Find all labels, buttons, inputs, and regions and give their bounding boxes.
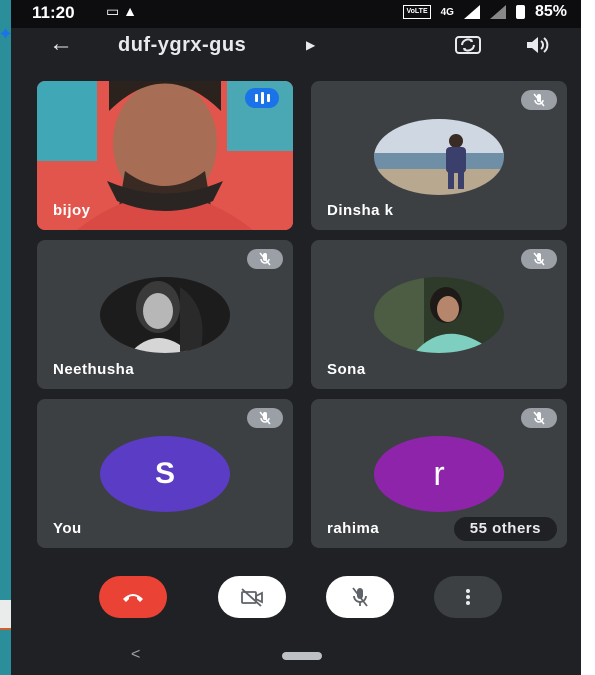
meeting-code[interactable]: duf-ygrx-gus (118, 34, 246, 57)
signal-icon (463, 5, 480, 19)
participant-tile-dinsha[interactable]: Dinsha k (311, 81, 567, 230)
others-chip[interactable]: 55 others (453, 517, 557, 541)
top-app-bar: ← duf-ygrx-gus ▶ (11, 28, 581, 68)
battery-percent: 85% (534, 3, 567, 20)
camera-off-icon (241, 588, 263, 607)
warning-icon: ▲ (123, 3, 137, 19)
status-time: 11:20 (32, 3, 75, 22)
speaking-indicator-icon (245, 88, 279, 108)
phone-screen: 11:20 ▭ ▲ VoLTE 4G 85% ← duf-ygrx-gus ▶ (11, 0, 581, 675)
muted-mic-icon (521, 249, 557, 269)
background-window-strip: ✦ (0, 0, 13, 675)
camera-toggle-button[interactable] (218, 576, 286, 618)
end-call-icon (123, 594, 143, 602)
mic-off-icon (352, 587, 368, 607)
system-nav-bar: < (11, 632, 581, 675)
signal-2-icon (489, 5, 506, 19)
participant-tile-bijoy[interactable]: bijoy (37, 81, 293, 230)
participant-name: Dinsha k (327, 202, 394, 219)
participant-tile-sona[interactable]: Sona (311, 240, 567, 389)
speaker-icon[interactable] (525, 35, 551, 60)
more-vertical-icon (466, 589, 470, 605)
participant-tile-neethusha[interactable]: Neethusha (37, 240, 293, 389)
muted-mic-icon (521, 90, 557, 110)
network-type: 4G (440, 6, 454, 18)
volte-badge: VoLTE (403, 5, 431, 19)
participant-tile-rahima[interactable]: r rahima 55 others (311, 399, 567, 548)
cast-icon: ▭ (106, 3, 120, 19)
switch-camera-icon[interactable] (453, 34, 483, 61)
nav-back-icon[interactable]: < (131, 646, 140, 664)
avatar-letter: S (100, 436, 230, 512)
avatar-letter: r (374, 436, 504, 512)
avatar-photo (374, 277, 504, 353)
avatar-photo (374, 119, 504, 195)
muted-mic-icon (247, 249, 283, 269)
background-window-fragment (0, 600, 11, 630)
avatar-photo (100, 277, 230, 353)
status-right: VoLTE 4G 85% (403, 3, 567, 21)
participant-name: You (53, 520, 82, 537)
background-window-line (0, 628, 11, 630)
participant-name: rahima (327, 520, 380, 537)
muted-mic-icon (247, 408, 283, 428)
battery-icon (515, 5, 525, 19)
muted-mic-icon (521, 408, 557, 428)
more-options-button[interactable] (434, 576, 502, 618)
mic-toggle-button[interactable] (326, 576, 394, 618)
participant-name: bijoy (53, 202, 91, 219)
status-bar: 11:20 ▭ ▲ VoLTE 4G 85% (11, 0, 581, 28)
right-margin (581, 0, 595, 675)
back-arrow-icon[interactable]: ← (49, 30, 73, 58)
end-call-button[interactable] (99, 576, 167, 618)
nav-home-pill[interactable] (282, 652, 322, 660)
participant-name: Sona (327, 361, 366, 378)
participant-tile-you[interactable]: S You (37, 399, 293, 548)
participant-name: Neethusha (53, 361, 135, 378)
meeting-details-arrow-icon[interactable]: ▶ (306, 38, 315, 52)
